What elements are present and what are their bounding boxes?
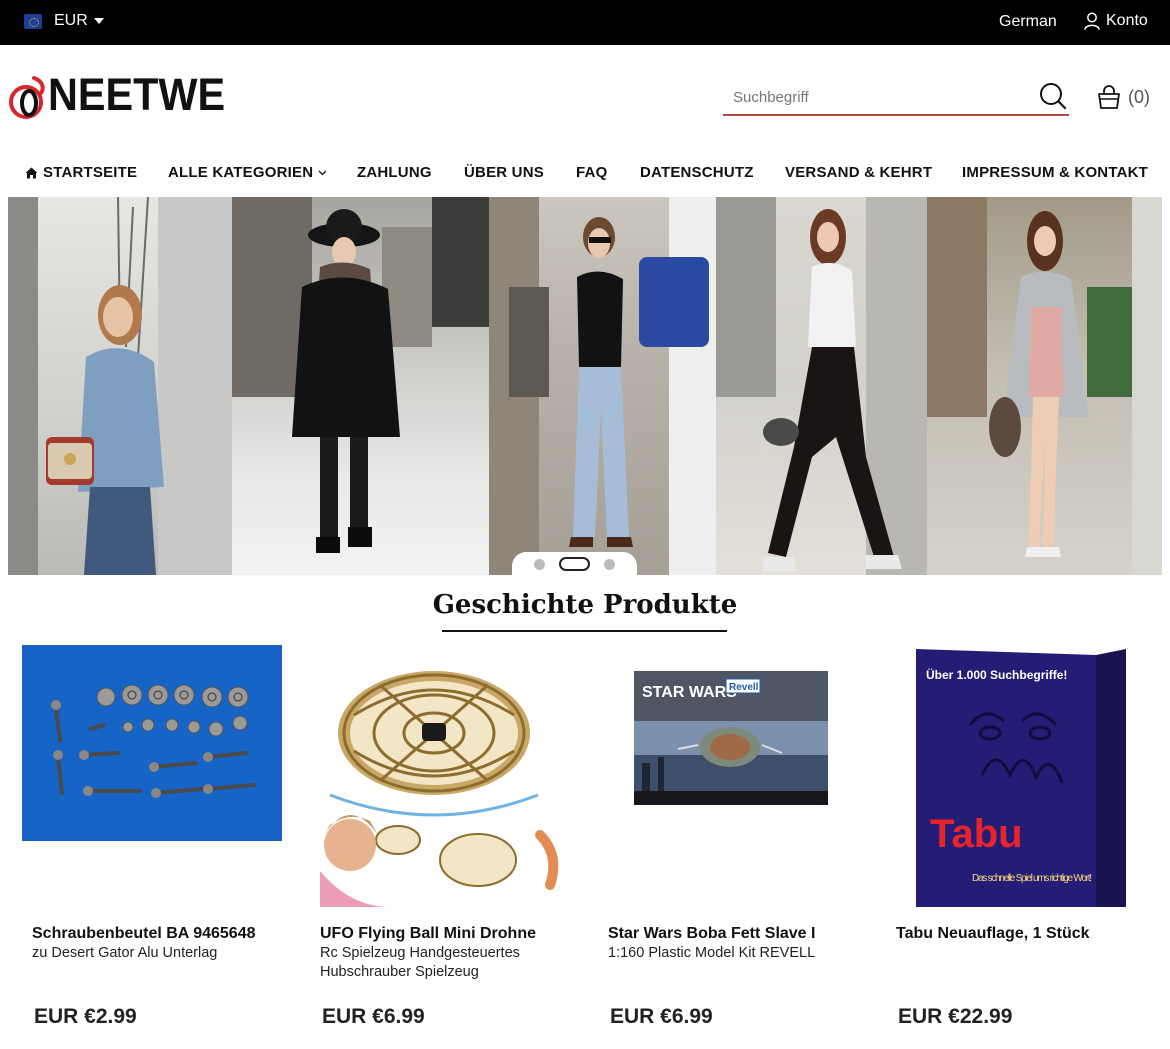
product-card-4[interactable]: Über 1.000 Suchbegriffe! Tabu Das schnel…: [886, 645, 1148, 1045]
chevron-down-icon: [318, 170, 327, 175]
hero-banner[interactable]: [8, 197, 1162, 575]
product-card-3[interactable]: STAR WARS Revell Star Wars Boba Fett Sla…: [598, 645, 860, 1045]
nav-label: VERSAND & KEHRT: [785, 164, 933, 181]
carousel-dots: [512, 552, 637, 576]
product-image-tabu-game[interactable]: Über 1.000 Suchbegriffe! Tabu Das schnel…: [886, 645, 1148, 907]
carousel-dot-2[interactable]: [559, 557, 590, 571]
main-nav: STARTSEITE ALLE KATEGORIEN ZAHLUNG ÜBER …: [0, 160, 1170, 186]
currency-selector[interactable]: EUR: [54, 12, 104, 30]
account-link[interactable]: Konto: [1084, 12, 1148, 30]
product-description: zu Desert Gator Alu Unterlag: [32, 945, 218, 961]
nav-item-impressum[interactable]: IMPRESSUM & KONTAKT: [962, 164, 1148, 181]
nav-label: ÜBER UNS: [464, 164, 544, 181]
carousel-dot-1[interactable]: [534, 558, 545, 570]
banner-photo-2: [232, 197, 489, 575]
cart-button[interactable]: (0): [1096, 84, 1150, 110]
product-name[interactable]: Schraubenbeutel BA 9465648: [32, 925, 282, 943]
product-name[interactable]: Star Wars Boba Fett Slave I: [608, 925, 858, 943]
account-label: Konto: [1106, 12, 1148, 29]
nav-label: FAQ: [576, 164, 608, 181]
box-maker-text: Revell: [729, 682, 759, 693]
box-brand-text: STAR WARS: [642, 684, 737, 701]
search-icon: [1040, 83, 1067, 110]
search-input[interactable]: [723, 80, 1023, 114]
top-bar: EUR German Konto: [0, 0, 1170, 45]
product-name[interactable]: UFO Flying Ball Mini Drohne: [320, 925, 570, 943]
home-icon: [25, 167, 38, 178]
nav-label: ZAHLUNG: [357, 164, 432, 181]
nav-label: IMPRESSUM & KONTAKT: [962, 164, 1149, 181]
product-image-star-wars-kit[interactable]: STAR WARS Revell: [598, 645, 860, 907]
product-card-2[interactable]: UFO Flying Ball Mini Drohne Rc Spielzeug…: [310, 645, 572, 1045]
nav-item-ueber-uns[interactable]: ÜBER UNS: [464, 164, 544, 181]
product-price: EUR €2.99: [34, 1005, 137, 1028]
carousel-dot-3[interactable]: [604, 558, 615, 570]
search-bar: [723, 80, 1069, 116]
section-title: Geschichte Produkte: [432, 590, 738, 620]
product-image-ufo-drone[interactable]: [310, 645, 572, 907]
nav-label: DATENSCHUTZ: [640, 164, 754, 181]
caret-down-icon: [93, 18, 104, 24]
banner-photo-1: [8, 197, 232, 575]
product-card-1[interactable]: Schraubenbeutel BA 9465648 zu Desert Gat…: [22, 645, 284, 1045]
store-logo[interactable]: NEETWE: [8, 68, 241, 120]
eu-flag-icon: [24, 14, 42, 29]
product-description: 1:160 Plastic Model Kit REVELL: [608, 945, 816, 961]
nav-item-faq[interactable]: FAQ: [576, 164, 607, 181]
logo-wordmark: NEETWE: [48, 68, 226, 120]
product-price: EUR €6.99: [610, 1005, 713, 1028]
nav-label: STARTSEITE: [43, 164, 138, 181]
nav-item-datenschutz[interactable]: DATENSCHUTZ: [640, 164, 754, 181]
product-name[interactable]: Tabu Neuauflage, 1 Stück: [896, 925, 1146, 943]
user-icon: [1084, 12, 1100, 30]
banner-photo-5: [927, 197, 1162, 575]
box-slogan-text: Das schnelle Spiel ums richtige Wort!: [972, 873, 1092, 884]
language-selector[interactable]: German: [999, 13, 1057, 31]
product-image-screws[interactable]: [22, 645, 284, 907]
product-price: EUR €22.99: [898, 1005, 1013, 1028]
currency-label: EUR: [54, 12, 88, 29]
nav-label: ALLE KATEGORIEN: [168, 164, 314, 181]
nav-item-versand[interactable]: VERSAND & KEHRT: [785, 164, 932, 181]
banner-photo-3: [489, 197, 716, 575]
search-button[interactable]: [1039, 82, 1069, 112]
logo-mark: [8, 72, 48, 119]
nav-item-zahlung[interactable]: ZAHLUNG: [357, 164, 432, 181]
product-price: EUR €6.99: [322, 1005, 425, 1028]
nav-item-alle-kategorien[interactable]: ALLE KATEGORIEN: [168, 164, 327, 181]
box-tagline-text: Über 1.000 Suchbegriffe!: [926, 667, 1067, 682]
box-logo-text: Tabu: [930, 812, 1023, 856]
cart-count: (0): [1128, 86, 1150, 107]
banner-photo-4: [716, 197, 927, 575]
shopping-basket-icon: [1098, 85, 1120, 109]
section-divider: [442, 630, 727, 632]
product-description: Rc Spielzeug Handgesteuertes Hubschraube…: [320, 945, 520, 980]
nav-item-startseite[interactable]: STARTSEITE: [25, 164, 137, 181]
